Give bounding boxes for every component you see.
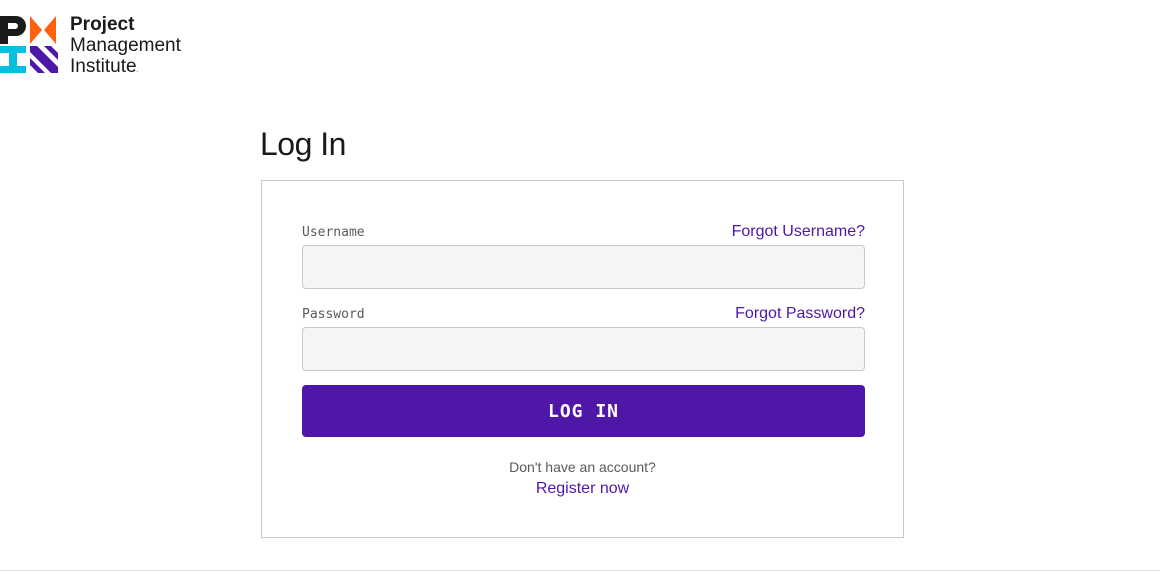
register-row: Register now [262, 480, 903, 498]
password-label: Password [302, 307, 365, 322]
username-input[interactable] [302, 245, 865, 289]
username-label-row: Username Forgot Username? [302, 223, 865, 241]
pmi-logo[interactable]: Project Management Institute. [0, 14, 181, 81]
forgot-password-link[interactable]: Forgot Password? [735, 305, 865, 323]
brand-name-line1: Project [70, 14, 135, 35]
forgot-username-link[interactable]: Forgot Username? [732, 223, 865, 241]
page-title: Log In [260, 126, 346, 162]
footer-divider [0, 570, 1160, 571]
password-input[interactable] [302, 327, 865, 371]
login-page: Project Management Institute. Log In Use… [0, 0, 1160, 572]
pmi-wordmark: Project Management Institute. [70, 14, 181, 81]
login-card: Username Forgot Username? Password Forgo… [261, 180, 904, 538]
login-button[interactable]: LOG IN [302, 385, 865, 437]
pmi-logo-icon [0, 16, 58, 73]
username-label: Username [302, 225, 365, 240]
trademark-mark: . [136, 67, 139, 74]
brand-name-line2: Management [70, 35, 181, 56]
no-account-text: Don't have an account? [509, 459, 656, 475]
register-link[interactable]: Register now [536, 480, 629, 497]
brand-name-line3: Institute [70, 56, 137, 77]
password-label-row: Password Forgot Password? [302, 305, 865, 323]
